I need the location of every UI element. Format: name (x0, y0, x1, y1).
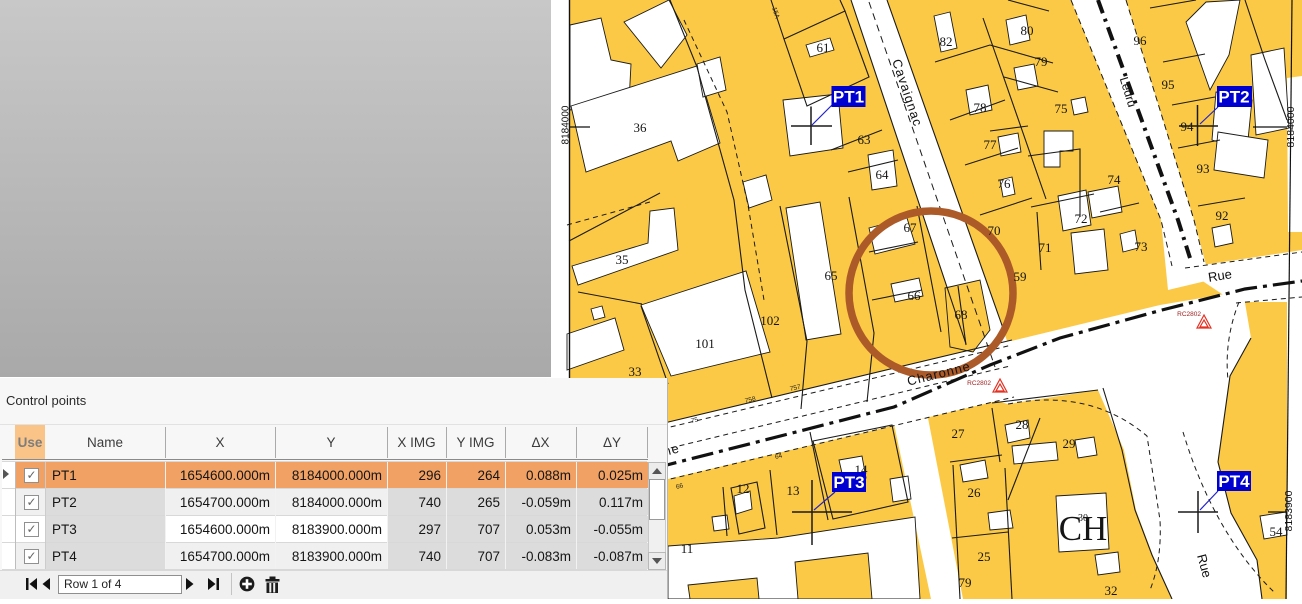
svg-text:78: 78 (974, 100, 987, 115)
svg-text:RC2802: RC2802 (1177, 311, 1201, 318)
svg-text:101: 101 (695, 336, 715, 351)
svg-text:RC2802: RC2802 (967, 380, 991, 387)
svg-text:12: 12 (737, 481, 750, 496)
svg-text:93: 93 (1197, 161, 1210, 176)
svg-text:66: 66 (908, 288, 922, 303)
svg-text:64: 64 (876, 167, 890, 182)
svg-text:54: 54 (1270, 524, 1284, 539)
svg-text:PT1: PT1 (833, 88, 864, 107)
svg-text:96: 96 (1134, 33, 1148, 48)
svg-text:13: 13 (787, 483, 800, 498)
svg-text:92: 92 (1216, 208, 1229, 223)
svg-text:PT2: PT2 (1218, 88, 1249, 107)
svg-text:8183900: 8183900 (1283, 490, 1295, 531)
svg-text:29: 29 (1063, 436, 1076, 451)
svg-text:8184000: 8184000 (1285, 106, 1297, 147)
svg-text:80: 80 (1021, 23, 1034, 38)
svg-text:74: 74 (1108, 172, 1122, 187)
svg-text:26: 26 (968, 485, 982, 500)
svg-text:32: 32 (1105, 583, 1118, 598)
svg-text:PT4: PT4 (1218, 472, 1250, 491)
svg-text:67: 67 (904, 220, 918, 235)
svg-text:75: 75 (1055, 101, 1068, 116)
svg-text:CH: CH (1059, 509, 1108, 548)
svg-text:76: 76 (998, 176, 1012, 191)
svg-text:11: 11 (681, 541, 694, 556)
svg-text:77: 77 (984, 137, 998, 152)
svg-text:35: 35 (616, 252, 629, 267)
svg-text:59: 59 (1014, 269, 1027, 284)
svg-text:63: 63 (858, 132, 871, 147)
svg-text:70: 70 (988, 223, 1001, 238)
svg-text:102: 102 (760, 313, 780, 328)
svg-text:73: 73 (1135, 239, 1148, 254)
svg-text:61: 61 (817, 40, 830, 55)
svg-text:28: 28 (1016, 417, 1029, 432)
svg-text:82: 82 (940, 34, 953, 49)
svg-text:71: 71 (1039, 240, 1052, 255)
svg-text:79: 79 (959, 575, 972, 590)
svg-text:95: 95 (1162, 77, 1175, 92)
svg-text:72: 72 (1075, 211, 1088, 226)
svg-text:65: 65 (825, 268, 838, 283)
svg-text:79: 79 (1035, 54, 1048, 69)
svg-text:25: 25 (978, 549, 991, 564)
svg-text:27: 27 (952, 426, 966, 441)
svg-text:PT3: PT3 (833, 473, 864, 492)
svg-text:33: 33 (629, 364, 642, 379)
svg-text:68: 68 (955, 307, 968, 322)
svg-text:8184000: 8184000 (561, 105, 572, 144)
svg-text:36: 36 (634, 120, 648, 135)
